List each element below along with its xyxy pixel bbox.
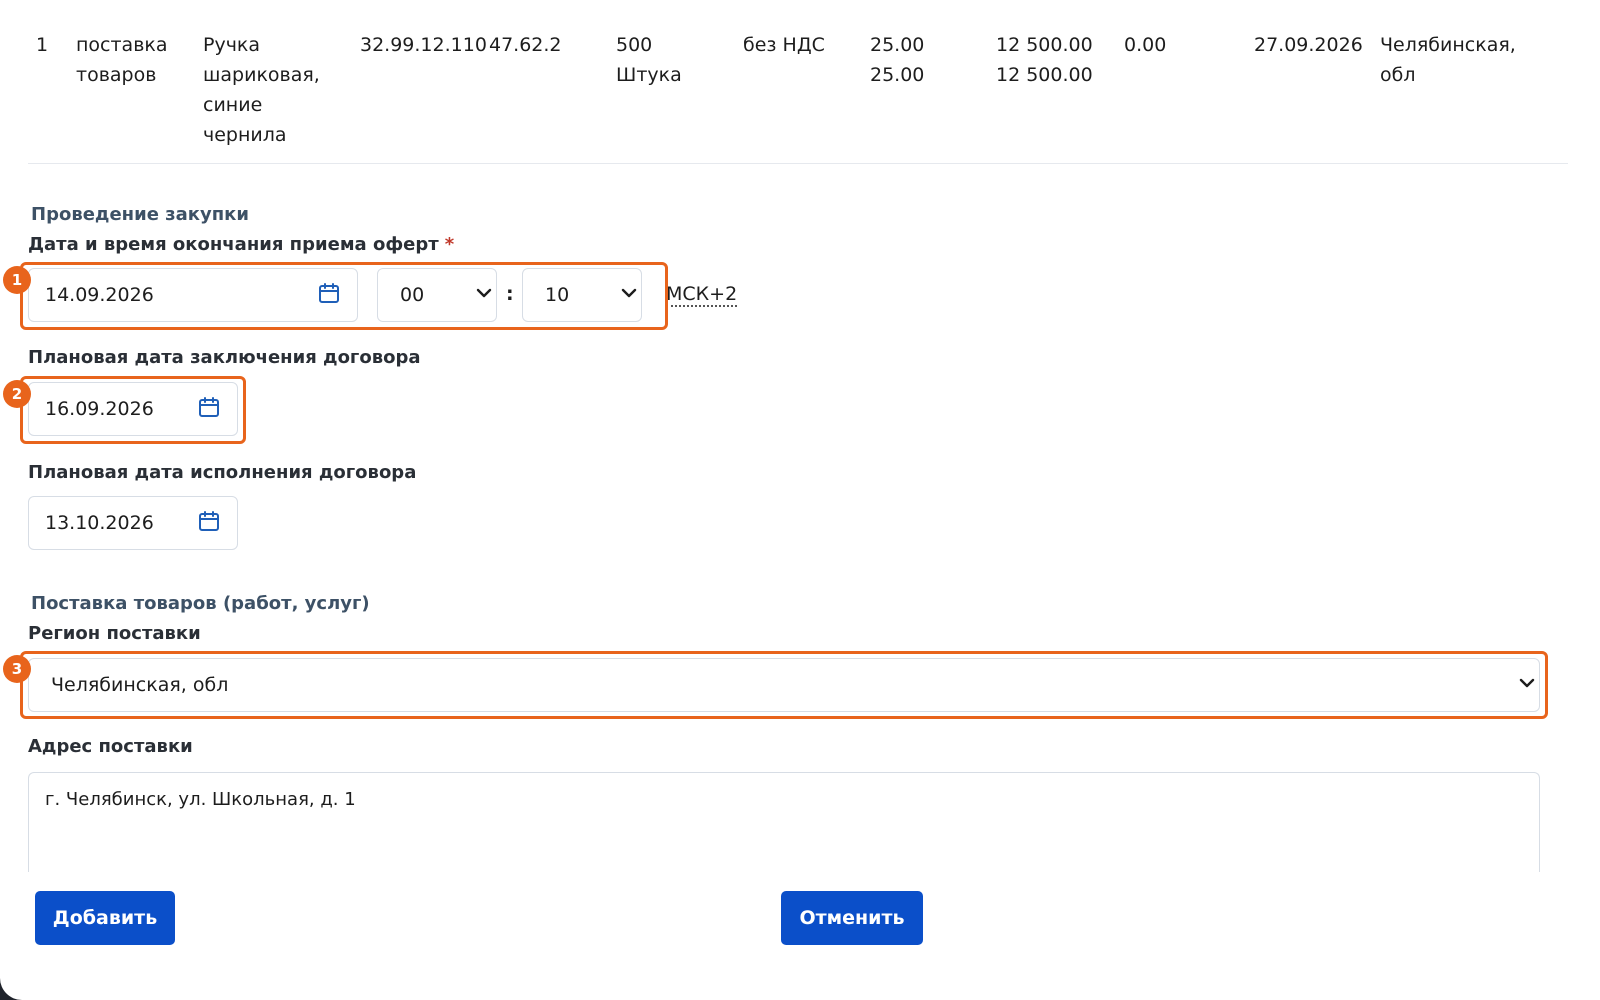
execution-date-input[interactable]: 13.10.2026: [28, 496, 238, 550]
execution-date-label: Плановая дата исполнения договора: [28, 462, 417, 483]
contract-date-label: Плановая дата заключения договора: [28, 347, 421, 368]
cell-type: поставка товаров: [76, 34, 168, 86]
app-window: 1 поставка товаров Ручка шариковая, сини…: [0, 0, 1600, 1000]
deadline-label-text: Дата и время окончания приема оферт: [28, 234, 439, 255]
address-value: г. Челябинск, ул. Школьная, д. 1: [45, 789, 356, 810]
annotation-badge-2: 2: [3, 380, 31, 408]
cell-okved: 47.62.2: [489, 34, 562, 56]
cell-name: Ручка шариковая, синие чернила: [203, 34, 320, 146]
execution-date-value: 13.10.2026: [45, 512, 154, 534]
annotation-badge-3: 3: [3, 655, 31, 683]
cell-extra: 0.00: [1124, 34, 1167, 56]
procurement-section-title: Проведение закупки: [31, 204, 250, 225]
required-mark: *: [444, 234, 455, 255]
address-label: Адрес поставки: [28, 736, 193, 757]
cell-sum: 12 500.00 12 500.00: [996, 34, 1093, 86]
highlight-box-deadline: [20, 262, 668, 330]
cell-quantity: 500 Штука: [616, 34, 682, 86]
cancel-button[interactable]: Отменить: [781, 891, 923, 945]
region-label: Регион поставки: [28, 623, 201, 644]
add-button[interactable]: Добавить: [35, 891, 175, 945]
cell-delivery-date: 27.09.2026: [1254, 34, 1363, 56]
annotation-badge-1: 1: [3, 266, 31, 294]
highlight-box-contract-date: [20, 376, 246, 444]
cell-price: 25.00 25.00: [870, 34, 925, 86]
table-row: 1 поставка товаров Ручка шариковая, сини…: [28, 28, 1568, 164]
cell-vat: без НДС: [743, 34, 825, 56]
cell-okpd: 32.99.12.110: [360, 34, 487, 56]
address-textarea[interactable]: г. Челябинск, ул. Школьная, д. 1: [28, 772, 1540, 872]
cell-region: Челябинская, обл: [1380, 34, 1516, 86]
cell-number: 1: [36, 34, 49, 56]
deadline-label: Дата и время окончания приема оферт *: [28, 234, 454, 255]
calendar-icon[interactable]: [197, 509, 221, 533]
highlight-box-region: [20, 651, 1548, 719]
delivery-section-title: Поставка товаров (работ, услуг): [31, 593, 370, 614]
timezone-label: МСК+2: [666, 283, 738, 307]
